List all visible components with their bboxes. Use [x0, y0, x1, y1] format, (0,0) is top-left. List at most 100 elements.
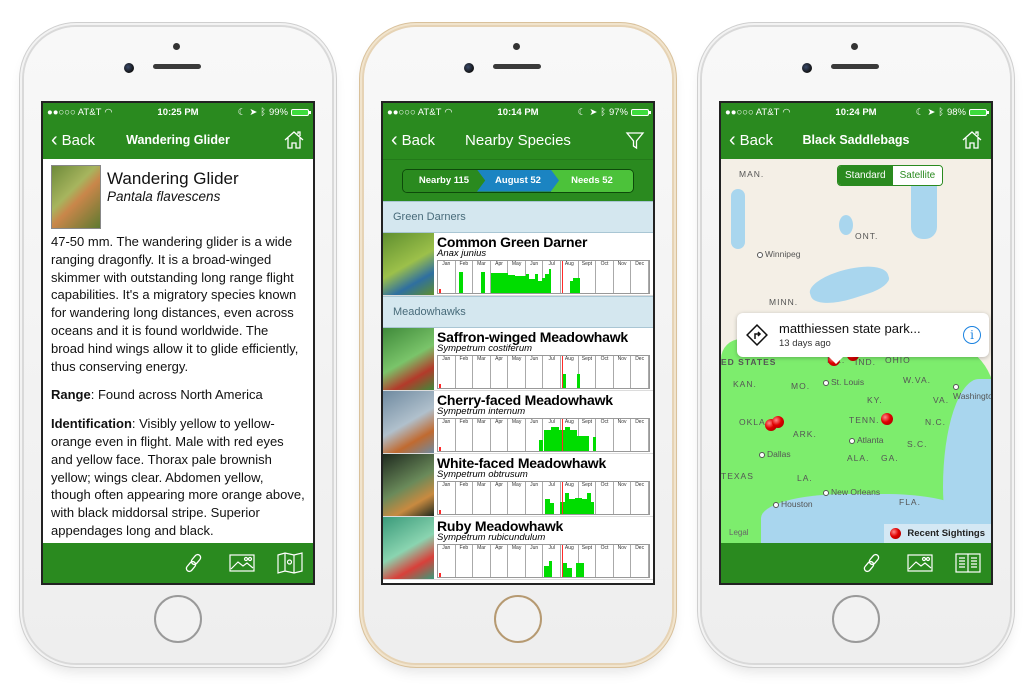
info-icon[interactable]: i: [963, 326, 981, 344]
month-label: May: [511, 419, 522, 425]
home-hardware-button[interactable]: [832, 595, 880, 643]
species-list[interactable]: Green Darners Common Green Darner Anax jun…: [383, 201, 653, 583]
month-column: Nov: [614, 419, 632, 451]
species-thumbnail: [383, 517, 434, 579]
range-map-button[interactable]: [277, 550, 303, 576]
species-row[interactable]: Ruby Meadowhawk Sympetrum rubicundulum Jan…: [383, 517, 653, 580]
month-label: Apr: [495, 482, 503, 488]
species-scientific-name: Sympetrum costiferum: [437, 343, 533, 354]
links-button[interactable]: [859, 550, 885, 576]
phone-sightings-map: ●●○○○ AT&T ◠ 10:24 PM ☾ ➤ ᛒ 98% ‹ Back B…: [702, 27, 1010, 663]
lake: [839, 215, 853, 235]
species-row[interactable]: Saffron-winged Meadowhawk Sympetrum costi…: [383, 328, 653, 391]
back-button[interactable]: ‹ Back: [51, 130, 95, 150]
directions-icon[interactable]: [745, 323, 769, 347]
flight-bar: [548, 560, 553, 577]
start-marker: [439, 384, 441, 388]
segment-nearby[interactable]: Nearby 115: [403, 169, 485, 192]
screen: ●●○○○ AT&T ◠ 10:14 PM ☾ ➤ ᛒ 97% ‹ Back N…: [381, 101, 655, 585]
species-common-name: White-faced Meadowhawk: [437, 455, 607, 471]
filter-button[interactable]: [625, 130, 645, 150]
month-column: Oct: [596, 482, 614, 514]
carrier-label: ●●○○○ AT&T: [387, 106, 442, 118]
earpiece-speaker: [493, 64, 541, 69]
start-marker: [439, 447, 441, 451]
species-thumbnail: [383, 391, 434, 453]
month-column: Nov: [614, 482, 632, 514]
species-row[interactable]: White-faced Meadowhawk Sympetrum obtrusum…: [383, 454, 653, 517]
sensor-dot: [851, 43, 858, 50]
species-info-button[interactable]: [955, 550, 981, 576]
home-hardware-button[interactable]: [494, 595, 542, 643]
links-button[interactable]: [181, 550, 207, 576]
home-button[interactable]: [961, 129, 983, 151]
home-button[interactable]: [283, 129, 305, 151]
bottom-toolbar: [43, 543, 313, 583]
flight-bar: [592, 437, 597, 451]
species-info: Saffron-winged Meadowhawk Sympetrum costi…: [434, 328, 653, 390]
legal-link[interactable]: Legal: [729, 528, 749, 537]
map-label: VA.: [933, 395, 950, 405]
species-detail: Wandering Glider Pantala flavescens 47-5…: [43, 159, 313, 543]
segment-needs[interactable]: Needs 52: [551, 169, 633, 192]
photos-button[interactable]: [229, 550, 255, 576]
month-label: Nov: [617, 545, 627, 551]
month-column: Nov: [614, 545, 632, 577]
map-type-toggle: Standard Satellite: [837, 165, 944, 186]
flight-season-chart: Jan Feb Mar Apr May Jun Jul Aug Sept Oct Nov Dec: [437, 418, 650, 452]
map-label: S.C.: [907, 439, 928, 449]
photos-button[interactable]: [907, 550, 933, 576]
chevron-left-icon: ‹: [51, 129, 58, 151]
earpiece-speaker: [831, 64, 879, 69]
bluetooth-icon: ᛒ: [260, 106, 266, 118]
map-label: LA.: [797, 473, 813, 483]
month-label: Jul: [548, 419, 555, 425]
carrier-label: ●●○○○ AT&T: [47, 106, 102, 118]
back-button[interactable]: ‹ Back: [729, 130, 773, 150]
month-column: Dec: [631, 482, 649, 514]
section-header: Green Darners: [383, 201, 653, 233]
chevron-left-icon: ‹: [729, 129, 736, 151]
city-label: Dallas: [759, 449, 791, 459]
sighting-pin[interactable]: [881, 413, 893, 425]
month-label: Apr: [495, 261, 503, 267]
month-label: Dec: [635, 419, 645, 425]
month-label: Jun: [530, 419, 539, 425]
home-hardware-button[interactable]: [154, 595, 202, 643]
carrier-label: ●●○○○ AT&T: [725, 106, 780, 118]
month-column: Dec: [631, 419, 649, 451]
month-column: Mar: [473, 482, 491, 514]
map-legend: Recent Sightings: [884, 524, 991, 543]
month-column: Mar: [473, 419, 491, 451]
month-column: Jun: [526, 545, 544, 577]
sensor-dot: [513, 43, 520, 50]
back-label: Back: [401, 131, 436, 149]
callout-subtitle: 13 days ago: [779, 338, 831, 349]
sighting-callout[interactable]: matthiessen state park... 13 days ago i: [737, 313, 989, 364]
month-label: Dec: [635, 261, 645, 267]
month-label: Sept: [581, 356, 593, 362]
sightings-map[interactable]: MAN. ONT. MINN. IOWA ED STATES KAN. MO. …: [721, 159, 991, 543]
sighting-pin[interactable]: [772, 416, 784, 428]
flight-season-chart: Jan Feb Mar Apr May Jun Jul Aug Sept Oct Nov Dec: [437, 481, 650, 515]
segment-month[interactable]: August 52: [477, 169, 559, 192]
species-row[interactable]: Cherry-faced Meadowhawk Sympetrum internu…: [383, 391, 653, 454]
species-photo[interactable]: [51, 165, 101, 229]
back-button[interactable]: ‹ Back: [391, 130, 435, 150]
bottom-toolbar: [721, 543, 991, 583]
species-thumbnail: [383, 233, 434, 295]
month-label: Oct: [600, 419, 609, 425]
map-label: TENN.: [849, 415, 880, 425]
month-column: Oct: [596, 261, 614, 293]
species-row[interactable]: Common Green Darner Anax junius Jan Feb Mar A…: [383, 233, 653, 296]
map-label: W.VA.: [903, 375, 931, 385]
map-label: ED STATES: [721, 357, 777, 367]
month-column: Feb: [456, 356, 474, 388]
month-column: May: [508, 356, 526, 388]
month-column: Feb: [456, 482, 474, 514]
satellite-option[interactable]: Satellite: [892, 166, 943, 185]
screen: ●●○○○ AT&T ◠ 10:25 PM ☾ ➤ ᛒ 99% ‹ Back W…: [41, 101, 315, 585]
sensor-dot: [173, 43, 180, 50]
standard-option[interactable]: Standard: [838, 166, 893, 185]
map-label: KY.: [867, 395, 883, 405]
